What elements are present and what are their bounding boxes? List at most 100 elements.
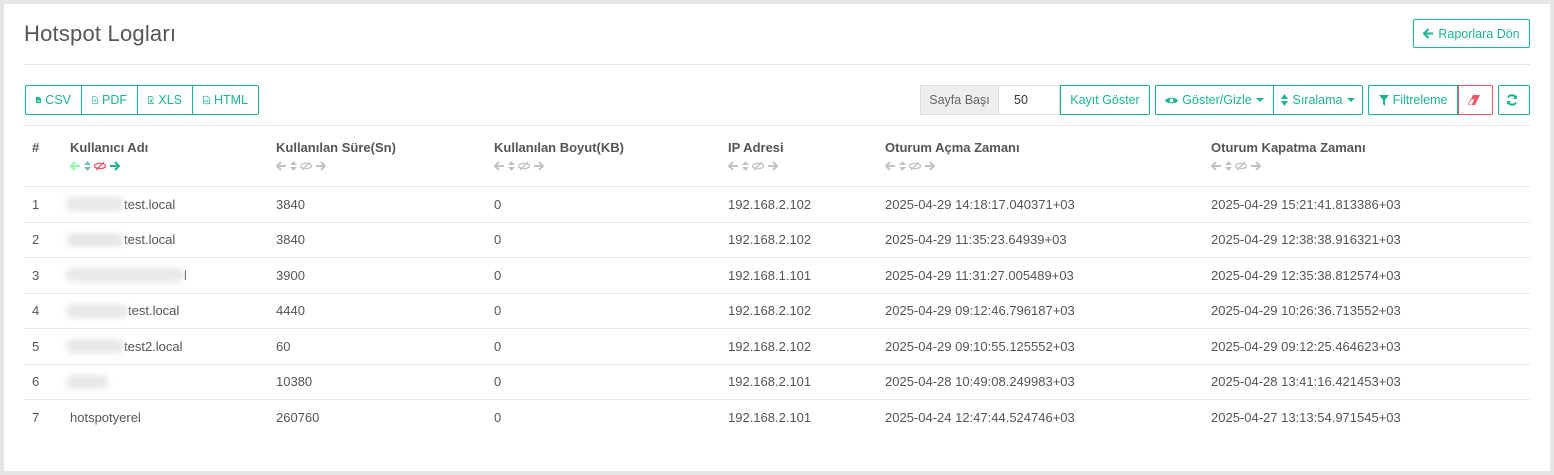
table-row: 2 test.local 3840 0 192.168.2.102 2025-04-29 … — [24, 222, 1530, 258]
sort-label: Sıralama — [1292, 93, 1343, 107]
eye-slash-icon[interactable] — [518, 161, 530, 171]
move-right-icon[interactable] — [533, 161, 544, 171]
back-to-reports-label: Raporlara Dön — [1438, 26, 1520, 41]
arrow-left-icon — [1423, 28, 1434, 39]
cell-ip-address: 192.168.2.101 — [728, 364, 885, 400]
export-xls-button[interactable]: XLS — [137, 85, 192, 115]
export-pdf-label: PDF — [102, 93, 127, 107]
table-row: 5 test2.local 60 0 192.168.2.102 2025-04-29 0… — [24, 328, 1530, 365]
per-page-label: Sayfa Başı — [920, 85, 999, 115]
file-csv-icon — [36, 96, 42, 104]
view-button-group: Göster/Gizle Sıralama — [1155, 85, 1363, 115]
cell-size: 0 — [494, 364, 728, 400]
eye-slash-icon[interactable] — [752, 161, 764, 171]
user-name-text: test.local — [124, 196, 176, 212]
sort-icon[interactable] — [508, 161, 515, 171]
column-controls — [728, 161, 885, 171]
filter-button[interactable]: Filtreleme — [1368, 85, 1458, 115]
column-header-label: # — [32, 140, 40, 155]
eye-slash-icon[interactable] — [94, 161, 106, 171]
cell-ip-address: 192.168.2.102 — [728, 222, 885, 258]
export-html-button[interactable]: HTML — [192, 85, 259, 115]
sort-icon[interactable] — [899, 161, 906, 171]
cell-user-name: test.local — [66, 293, 276, 329]
show-hide-columns-button[interactable]: Göster/Gizle — [1155, 85, 1273, 115]
per-page-input[interactable]: 50 — [999, 85, 1060, 115]
cell-duration: 10380 — [276, 364, 494, 400]
column-controls — [70, 161, 276, 171]
column-header-label: IP Adresi — [728, 140, 784, 155]
eye-slash-icon[interactable] — [909, 161, 921, 171]
sort-icon[interactable] — [1225, 161, 1232, 171]
column-header-label: Oturum Açma Zamanı — [885, 140, 1020, 155]
export-xls-label: XLS — [158, 93, 182, 107]
column-header[interactable]: Oturum Açma Zamanı — [885, 125, 1211, 187]
filter-button-group: Filtreleme — [1368, 85, 1493, 115]
redacted-text — [66, 268, 184, 283]
clear-filter-button[interactable] — [1458, 85, 1493, 115]
column-header[interactable]: Kullanıcı Adı — [70, 125, 276, 187]
column-header-label: Kullanılan Boyut(KB) — [494, 140, 624, 155]
cell-ip-address: 192.168.2.101 — [728, 410, 812, 425]
column-header[interactable]: Kullanılan Boyut(KB) — [494, 125, 728, 187]
move-right-icon[interactable] — [1250, 161, 1261, 171]
move-right-icon[interactable] — [924, 161, 935, 171]
move-left-icon[interactable] — [494, 161, 505, 171]
cell-duration: 3900 — [276, 257, 494, 294]
eye-slash-icon[interactable] — [300, 161, 312, 171]
hotspot-log-table: # Kullanıcı Adı Kullanılan Süre(Sn) Kulla… — [24, 125, 1530, 435]
column-header[interactable]: Oturum Kapatma Zamanı — [1211, 125, 1530, 187]
move-right-icon[interactable] — [109, 161, 120, 171]
column-controls — [276, 161, 494, 171]
move-right-icon[interactable] — [315, 161, 326, 171]
refresh-icon — [1507, 94, 1517, 106]
column-header-label: Oturum Kapatma Zamanı — [1211, 140, 1366, 155]
cell-logout-time: 2025-04-28 13:41:16.421453+03 — [1211, 364, 1530, 400]
eraser-icon — [1467, 95, 1480, 105]
move-left-icon[interactable] — [276, 161, 287, 171]
move-left-icon[interactable] — [1211, 161, 1222, 171]
cell-row-number: 5 — [24, 328, 70, 365]
column-header[interactable]: # — [24, 125, 70, 187]
cell-ip-address: 192.168.2.102 — [728, 186, 885, 223]
eye-slash-icon[interactable] — [1235, 161, 1247, 171]
cell-login-time: 2025-04-29 11:31:27.005489+03 — [885, 257, 1211, 294]
move-left-icon[interactable] — [885, 161, 896, 171]
column-header-label: Kullanıcı Adı — [70, 140, 149, 155]
column-controls — [885, 161, 1211, 171]
cell-user-name: hotspotyerel — [70, 400, 276, 436]
export-csv-label: CSV — [45, 93, 71, 107]
chevron-down-icon — [1346, 98, 1355, 102]
cell-logout-time: 2025-04-29 12:38:38.916321+03 — [1211, 222, 1530, 258]
column-header[interactable]: Kullanılan Süre(Sn) — [276, 125, 494, 187]
filter-icon — [1378, 94, 1389, 106]
show-hide-label: Göster/Gizle — [1182, 93, 1252, 107]
move-right-icon[interactable] — [767, 161, 778, 171]
user-name-text: test.local — [124, 232, 176, 248]
chevron-down-icon — [1255, 98, 1264, 102]
sort-icon[interactable] — [290, 161, 297, 171]
cell-logout-time: 2025-04-27 13:13:54.971545+03 — [1211, 410, 1401, 425]
sort-icon[interactable] — [742, 161, 749, 171]
cell-size: 0 — [494, 257, 728, 294]
show-records-button[interactable]: Kayıt Göster — [1060, 85, 1150, 115]
move-left-icon[interactable] — [728, 161, 739, 171]
cell-size: 0 — [494, 410, 502, 425]
cell-logout-time: 2025-04-29 10:26:36.713552+03 — [1211, 293, 1530, 329]
user-name-text: test2.local — [124, 338, 183, 354]
sort-icon[interactable] — [84, 161, 91, 171]
cell-row-number: 4 — [24, 293, 70, 329]
move-left-icon[interactable] — [70, 161, 81, 171]
redacted-text — [66, 339, 124, 354]
sort-button[interactable]: Sıralama — [1273, 85, 1363, 115]
report-panel: Hotspot Logları Raporlara Dön CSV PDF XL… — [4, 4, 1550, 471]
cell-duration: 3840 — [276, 222, 494, 258]
table-header-row: # Kullanıcı Adı Kullanılan Süre(Sn) Kulla… — [24, 125, 1530, 187]
back-to-reports-button[interactable]: Raporlara Dön — [1413, 19, 1530, 48]
column-header[interactable]: IP Adresi — [728, 125, 885, 187]
eye-icon — [1165, 97, 1179, 103]
refresh-button[interactable] — [1498, 85, 1530, 115]
export-pdf-button[interactable]: PDF — [81, 85, 137, 115]
export-button-group: CSV PDF XLS HTML — [25, 85, 259, 115]
export-csv-button[interactable]: CSV — [25, 85, 81, 115]
